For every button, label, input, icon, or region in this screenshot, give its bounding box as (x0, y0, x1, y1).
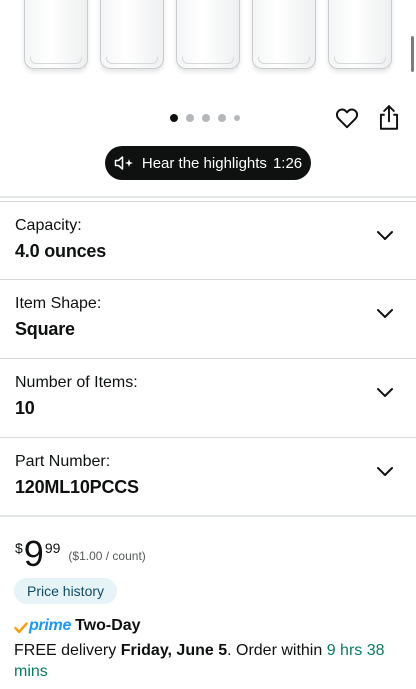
image-pager-dots[interactable] (170, 113, 240, 123)
price-currency: $ (15, 540, 23, 556)
section-divider (0, 515, 416, 517)
share-button[interactable] (376, 104, 402, 132)
spec-value: Square (15, 319, 75, 339)
prime-badge: prime Two-Day (14, 616, 141, 636)
spec-row-item-shape[interactable]: Item Shape: Square (0, 279, 416, 358)
chevron-down-icon (377, 231, 393, 240)
free-delivery-text: FREE delivery (14, 642, 117, 659)
price-history-button[interactable]: Price history (14, 578, 118, 604)
pager-dot[interactable] (170, 114, 178, 122)
product-image-bottle (252, 0, 316, 69)
product-image-gallery[interactable] (0, 0, 416, 98)
order-within-text: . Order within (227, 642, 323, 659)
prime-check-icon (14, 621, 28, 633)
chevron-down-icon (377, 388, 393, 397)
spec-label: Part Number: (15, 453, 111, 470)
prime-logo-text: prime (29, 617, 72, 634)
price-fraction: 99 (44, 540, 61, 556)
hear-highlights-label: Hear the highlights (141, 154, 267, 172)
speaker-sparkle-icon (114, 156, 133, 170)
spec-row-capacity[interactable]: Capacity: 4.0 ounces (0, 201, 416, 280)
pager-dot[interactable] (186, 114, 194, 122)
spec-label: Capacity: (15, 217, 82, 234)
price-whole: 9 (23, 533, 44, 574)
pager-dot[interactable] (202, 114, 210, 122)
spec-value: 10 (15, 398, 35, 418)
add-to-wishlist-button[interactable] (334, 105, 360, 131)
chevron-down-icon (377, 467, 393, 476)
spec-value: 4.0 ounces (15, 241, 107, 261)
share-icon (379, 105, 399, 130)
spec-label: Number of Items: (15, 374, 138, 391)
unit-price: ($1.00 / count) (68, 549, 146, 563)
spec-row-part-number[interactable]: Part Number: 120ML10PCCS (0, 437, 416, 516)
product-image-bottle (100, 0, 164, 69)
delivery-info: FREE delivery Friday, June 5. Order with… (14, 640, 404, 682)
pager-dot[interactable] (234, 115, 240, 121)
product-image-bottle (176, 0, 240, 69)
delivery-date: Friday, June 5 (120, 642, 228, 659)
heart-icon (335, 108, 359, 129)
hear-highlights-duration: 1:26 (272, 154, 303, 172)
product-image-bottle (24, 0, 88, 69)
chevron-down-icon (377, 309, 393, 318)
spec-label: Item Shape: (15, 295, 102, 312)
pager-dot[interactable] (218, 114, 226, 122)
product-image-bottle (328, 0, 392, 69)
spec-row-number-of-items[interactable]: Number of Items: 10 (0, 358, 416, 437)
section-divider (0, 196, 416, 198)
price-block: $ 9 99 ($1.00 / count) (15, 534, 146, 578)
shipping-speed: Two-Day (75, 617, 141, 634)
hear-highlights-button[interactable]: Hear the highlights 1:26 (105, 146, 311, 180)
spec-value: 120ML10PCCS (15, 477, 139, 497)
scrollbar[interactable] (411, 36, 414, 72)
